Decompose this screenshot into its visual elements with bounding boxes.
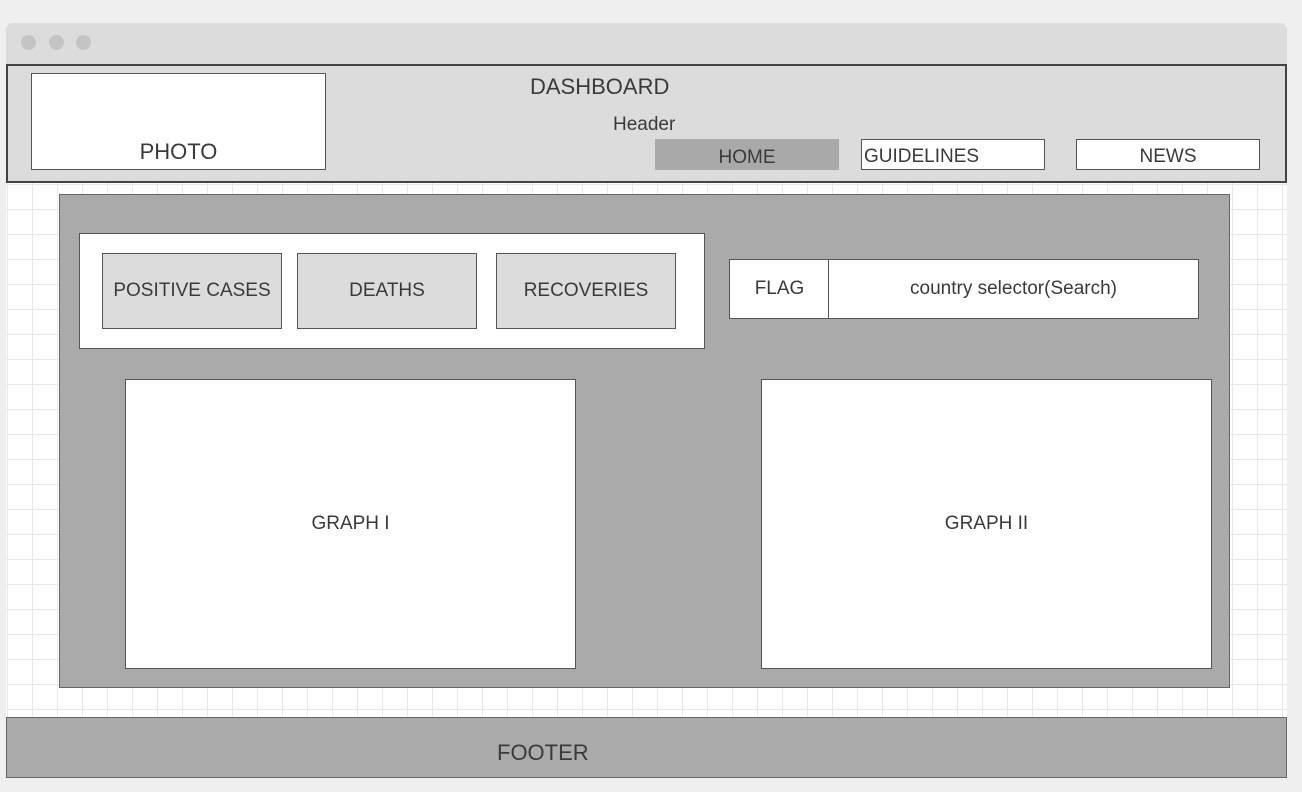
nav-news-button[interactable]: NEWS [1076,139,1260,170]
photo-placeholder: PHOTO [31,73,326,170]
page-header: PHOTO DASHBOARD Header HOME GUIDELINES N… [6,64,1287,183]
footer-label: FOOTER [497,740,589,765]
positive-cases-card[interactable]: POSITIVE CASES [102,253,282,329]
graph-two: GRAPH II [761,379,1212,669]
graph-one: GRAPH I [125,379,576,669]
recoveries-card[interactable]: RECOVERIES [496,253,676,329]
main-content-panel: POSITIVE CASES DEATHS RECOVERIES FLAG co… [59,194,1230,688]
stats-container: POSITIVE CASES DEATHS RECOVERIES [79,233,705,349]
window-maximize-dot-icon[interactable] [76,35,91,50]
deaths-card[interactable]: DEATHS [297,253,477,329]
photo-label: PHOTO [139,139,218,164]
header-subtitle: Header [613,114,676,135]
window-titlebar [6,23,1287,64]
country-selector-search[interactable]: country selector(Search) [828,259,1199,319]
page-footer: FOOTER [6,717,1287,778]
nav-home-button[interactable]: HOME [655,139,839,170]
country-flag: FLAG [729,259,830,319]
browser-window: PHOTO DASHBOARD Header HOME GUIDELINES N… [6,23,1287,778]
nav-guidelines-button[interactable]: GUIDELINES [861,139,1045,170]
page-title: DASHBOARD [530,74,670,99]
window-close-dot-icon[interactable] [21,35,36,50]
window-minimize-dot-icon[interactable] [49,35,64,50]
